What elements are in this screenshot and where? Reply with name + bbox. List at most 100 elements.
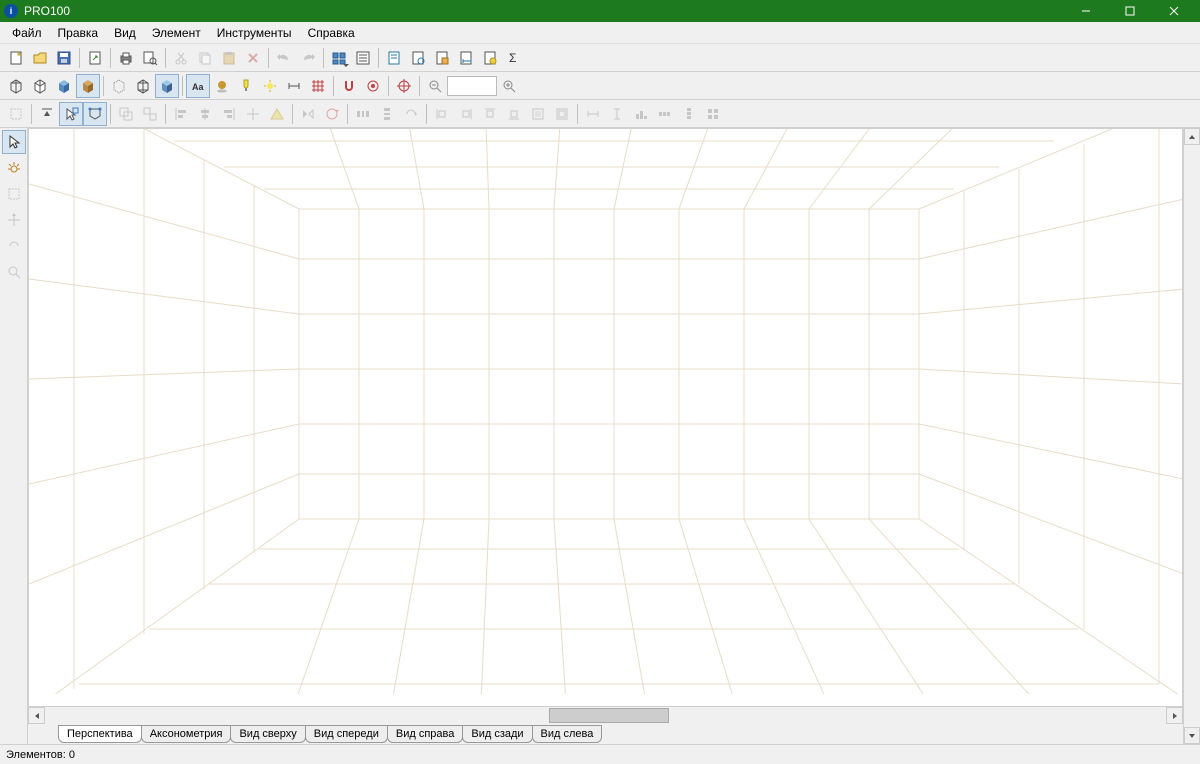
h-scroll-track[interactable] — [45, 707, 1166, 724]
reports-materials-button[interactable] — [430, 46, 454, 70]
properties-button[interactable] — [351, 46, 375, 70]
tab-left[interactable]: Вид слева — [532, 725, 603, 743]
viewport-3d[interactable] — [28, 128, 1183, 707]
snap-front-button[interactable] — [550, 102, 574, 126]
minimize-button[interactable] — [1064, 0, 1108, 22]
flip-h-button[interactable] — [296, 102, 320, 126]
group-button[interactable] — [114, 102, 138, 126]
align-right-button[interactable] — [217, 102, 241, 126]
move-tool[interactable] — [2, 208, 26, 232]
paste-button[interactable] — [217, 46, 241, 70]
print-button[interactable] — [114, 46, 138, 70]
select-all-button[interactable] — [4, 102, 28, 126]
snap-right-button[interactable] — [454, 102, 478, 126]
tab-perspective[interactable]: Перспектива — [58, 725, 142, 743]
dim-h-button[interactable] — [581, 102, 605, 126]
close-button[interactable] — [1152, 0, 1196, 22]
snap-left-button[interactable] — [430, 102, 454, 126]
align-left-button[interactable] — [169, 102, 193, 126]
dist-h-button[interactable] — [351, 102, 375, 126]
menu-help[interactable]: Справка — [300, 24, 363, 42]
reports-elements-button[interactable] — [406, 46, 430, 70]
tab-top[interactable]: Вид сверху — [230, 725, 305, 743]
cut-button[interactable] — [169, 46, 193, 70]
collision-button[interactable] — [361, 74, 385, 98]
menu-tools[interactable]: Инструменты — [209, 24, 300, 42]
rotate-tool[interactable] — [2, 234, 26, 258]
texture-view-button[interactable] — [76, 74, 100, 98]
snap-back-button[interactable] — [526, 102, 550, 126]
maximize-button[interactable] — [1108, 0, 1152, 22]
dim-v-button[interactable] — [605, 102, 629, 126]
tab-back[interactable]: Вид сзади — [462, 725, 532, 743]
grid-button[interactable] — [306, 74, 330, 98]
select-tool-button[interactable] — [59, 102, 83, 126]
rotate90-button[interactable] — [399, 102, 423, 126]
snap-bottom-button[interactable] — [502, 102, 526, 126]
snap-top-button[interactable] — [478, 102, 502, 126]
edit-shape-button[interactable] — [83, 102, 107, 126]
select-tool[interactable] — [2, 130, 26, 154]
reports-price-button[interactable] — [478, 46, 502, 70]
zoom-input[interactable] — [447, 76, 497, 96]
semitransparent-button[interactable] — [107, 74, 131, 98]
dist-v-button[interactable] — [375, 102, 399, 126]
color-view-button[interactable] — [52, 74, 76, 98]
menu-element[interactable]: Элемент — [144, 24, 209, 42]
open-file-button[interactable] — [28, 46, 52, 70]
shaded-button[interactable] — [155, 74, 179, 98]
redo-button[interactable] — [296, 46, 320, 70]
h-scroll-thumb[interactable] — [549, 708, 669, 723]
menu-view[interactable]: Вид — [106, 24, 144, 42]
warning-button[interactable] — [265, 102, 289, 126]
align-center-h-button[interactable] — [193, 102, 217, 126]
print-preview-button[interactable] — [138, 46, 162, 70]
delete-button[interactable] — [241, 46, 265, 70]
lighting-button[interactable] — [234, 74, 258, 98]
zoom-in-button[interactable] — [497, 74, 521, 98]
new-element-tool[interactable] — [2, 182, 26, 206]
library-button[interactable] — [327, 46, 351, 70]
new-file-button[interactable] — [4, 46, 28, 70]
export-button[interactable] — [83, 46, 107, 70]
menu-file[interactable]: Файл — [4, 24, 50, 42]
array-h-button[interactable] — [653, 102, 677, 126]
shadow-button[interactable] — [210, 74, 234, 98]
tab-axonometry[interactable]: Аксонометрия — [141, 725, 232, 743]
tab-front[interactable]: Вид спереди — [305, 725, 388, 743]
tab-right[interactable]: Вид справа — [387, 725, 464, 743]
reports-dimensions-button[interactable] — [454, 46, 478, 70]
ungroup-button[interactable] — [138, 102, 162, 126]
reports-main-button[interactable] — [382, 46, 406, 70]
light-tool[interactable] — [2, 156, 26, 180]
labels-button[interactable]: Aa — [186, 74, 210, 98]
vertical-scrollbar[interactable] — [1183, 128, 1200, 744]
menu-edit[interactable]: Правка — [50, 24, 107, 42]
save-file-button[interactable] — [52, 46, 76, 70]
status-bar: Элементов: 0 — [0, 744, 1200, 764]
copy-button[interactable] — [193, 46, 217, 70]
array-grid-button[interactable] — [701, 102, 725, 126]
v-scroll-track[interactable] — [1184, 145, 1200, 727]
center-button[interactable] — [241, 102, 265, 126]
dimensions-button[interactable] — [282, 74, 306, 98]
horizontal-scrollbar[interactable] — [28, 707, 1183, 724]
sketch-view-button[interactable] — [28, 74, 52, 98]
array-v-button[interactable] — [677, 102, 701, 126]
rotate-button[interactable] — [320, 102, 344, 126]
undo-button[interactable] — [272, 46, 296, 70]
center-view-button[interactable] — [392, 74, 416, 98]
scroll-left-arrow[interactable] — [28, 707, 45, 724]
scroll-right-arrow[interactable] — [1166, 707, 1183, 724]
zoom-out-button[interactable] — [423, 74, 447, 98]
light2-button[interactable] — [258, 74, 282, 98]
scroll-down-arrow[interactable] — [1184, 727, 1200, 744]
show-edges-button[interactable] — [131, 74, 155, 98]
snap-button[interactable] — [337, 74, 361, 98]
move-up-button[interactable] — [35, 102, 59, 126]
wireframe-view-button[interactable] — [4, 74, 28, 98]
bars-button[interactable] — [629, 102, 653, 126]
reports-summary-button[interactable]: Σ — [502, 46, 526, 70]
zoom-tool[interactable] — [2, 260, 26, 284]
scroll-up-arrow[interactable] — [1184, 128, 1200, 145]
